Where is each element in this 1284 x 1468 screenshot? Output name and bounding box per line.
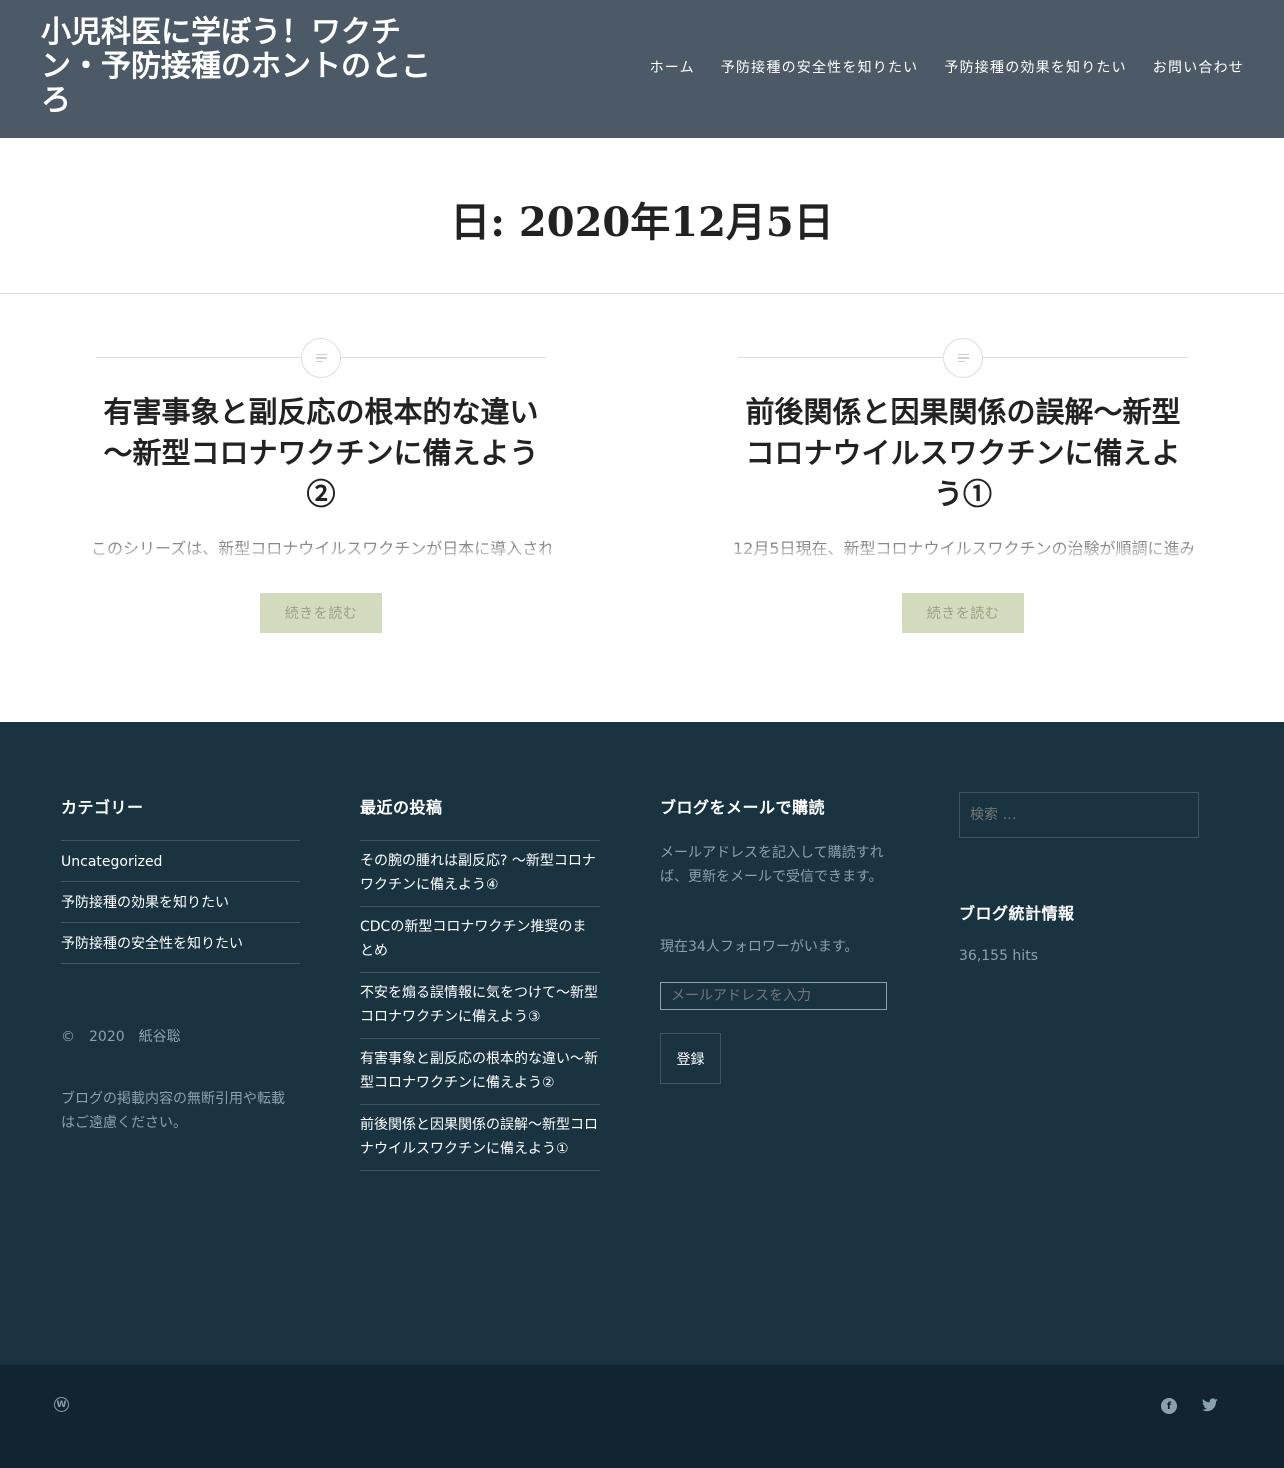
twitter-icon[interactable] bbox=[1202, 1398, 1218, 1412]
recent-posts-list: その腕の腫れは副反応? ～新型コロナワクチンに備えよう④ CDCの新型コロナワク… bbox=[360, 840, 600, 1171]
recent-post-item[interactable]: CDCの新型コロナワクチン推奨のまとめ bbox=[360, 907, 600, 973]
post-excerpt: このシリーズは、新型コロナウイルスワクチンが日本に導入されるにあたり、読者の方が… bbox=[91, 536, 551, 576]
category-list: Uncategorized 予防接種の効果を知りたい 予防接種の安全性を知りたい bbox=[61, 840, 300, 964]
nav-contact[interactable]: お問い合わせ bbox=[1153, 57, 1244, 77]
post-format-icon bbox=[943, 338, 983, 378]
nav-efficacy[interactable]: 予防接種の効果を知りたい bbox=[944, 57, 1126, 77]
copyright: © 2020 紙谷聡 bbox=[61, 1029, 181, 1045]
stats-title: ブログ統計情報 bbox=[959, 904, 1075, 923]
copyright-note: ブログの掲載内容の無断引用や転載はご遠慮ください。 bbox=[61, 1091, 285, 1131]
category-item[interactable]: 予防接種の効果を知りたい bbox=[61, 882, 300, 923]
page-title: 日: 2020年12月5日 bbox=[450, 199, 834, 246]
post-title[interactable]: 有害事象と副反応の根本的な違い～新型コロナワクチンに備えよう② bbox=[91, 392, 551, 515]
hits-count: 36,155 hits bbox=[959, 948, 1038, 964]
post-title[interactable]: 前後関係と因果関係の誤解～新型コロナウイルスワクチンに備えよう① bbox=[733, 392, 1193, 515]
facebook-icon[interactable]: f bbox=[1161, 1398, 1177, 1414]
site-title[interactable]: 小児科医に学ぼう！ワクチン・予防接種のホントのところ bbox=[41, 16, 446, 118]
nav-safety[interactable]: 予防接種の安全性を知りたい bbox=[721, 57, 919, 77]
subscribe-description: メールアドレスを記入して購読すれば、更新をメールで受信できます。 bbox=[660, 845, 884, 885]
search-input[interactable] bbox=[959, 792, 1199, 838]
read-more-button[interactable]: 続きを読む bbox=[902, 593, 1024, 633]
site-header: 小児科医に学ぼう！ワクチン・予防接種のホントのところ ホーム 予防接種の安全性を… bbox=[0, 0, 1284, 138]
wordpress-icon[interactable]: W bbox=[54, 1397, 69, 1412]
read-more-button[interactable]: 続きを読む bbox=[260, 593, 382, 633]
archive-header: 日: 2020年12月5日 bbox=[0, 138, 1284, 294]
subscribe-button[interactable]: 登録 bbox=[660, 1033, 721, 1084]
recent-posts-title: 最近の投稿 bbox=[360, 798, 443, 817]
category-item[interactable]: Uncategorized bbox=[61, 841, 300, 882]
post-excerpt: 12月5日現在、新型コロナウイルスワクチンの治験が順調に進み、いよいよアメリカや… bbox=[733, 536, 1193, 576]
site-info-bar bbox=[0, 1365, 1284, 1468]
nav-home[interactable]: ホーム bbox=[650, 57, 695, 77]
recent-post-item[interactable]: 前後関係と因果関係の誤解～新型コロナウイルスワクチンに備えよう① bbox=[360, 1105, 600, 1171]
subscribe-title: ブログをメールで購読 bbox=[660, 798, 826, 817]
recent-post-item[interactable]: 不安を煽る誤情報に気をつけて～新型コロナワクチンに備えよう③ bbox=[360, 973, 600, 1039]
follower-count: 現在34人フォロワーがいます。 bbox=[660, 939, 859, 955]
email-field[interactable] bbox=[660, 982, 887, 1010]
recent-post-item[interactable]: その腕の腫れは副反応? ～新型コロナワクチンに備えよう④ bbox=[360, 841, 600, 907]
post-format-icon bbox=[301, 338, 341, 378]
recent-post-item[interactable]: 有害事象と副反応の根本的な違い～新型コロナワクチンに備えよう② bbox=[360, 1039, 600, 1105]
categories-title: カテゴリー bbox=[61, 798, 144, 817]
category-item[interactable]: 予防接種の安全性を知りたい bbox=[61, 923, 300, 964]
main-nav: ホーム 予防接種の安全性を知りたい 予防接種の効果を知りたい お問い合わせ bbox=[650, 57, 1244, 77]
